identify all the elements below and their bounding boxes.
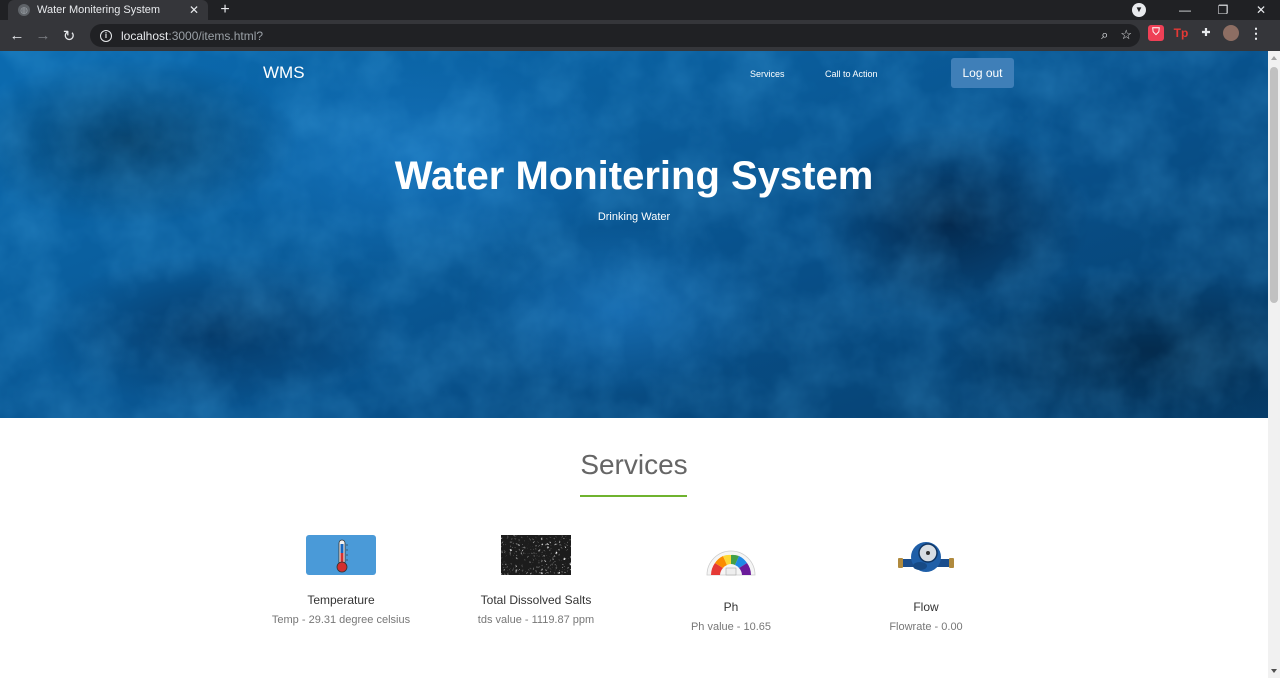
services-heading: Services	[580, 449, 688, 480]
ph-scale-icon	[706, 550, 756, 576]
service-tds: Total Dissolved Salts tds value - 1119.8…	[438, 535, 634, 626]
tab-title: Water Monitering System	[37, 4, 161, 16]
new-tab-button[interactable]: +	[216, 0, 234, 20]
pocket-icon[interactable]: ⛉	[1148, 25, 1164, 41]
hero-subtitle: Drinking Water	[597, 211, 671, 223]
back-arrow-icon[interactable]: ←	[4, 27, 30, 44]
page-scrollbar[interactable]	[1268, 51, 1280, 678]
service-temperature: Temperature Temp - 29.31 degree celsius	[243, 535, 439, 626]
scrollbar-thumb[interactable]	[1270, 67, 1278, 303]
nav-link-call-to-action[interactable]: Call to Action	[825, 69, 878, 79]
page-viewport: WMS Services Call to Action Log out Wate…	[0, 51, 1268, 678]
info-icon[interactable]: i	[100, 29, 112, 42]
restore-icon[interactable]: ❐	[1204, 3, 1242, 17]
reload-icon[interactable]: ↻	[56, 27, 82, 45]
bookmark-star-icon[interactable]: ☆	[1120, 27, 1132, 43]
service-ph: Ph Ph value - 10.65	[633, 535, 829, 633]
hero-section: WMS Services Call to Action Log out Wate…	[0, 51, 1268, 418]
water-meter-icon	[898, 542, 954, 572]
salt-crystals-image	[501, 535, 571, 575]
forward-arrow-icon[interactable]: →	[30, 27, 56, 44]
browser-tab[interactable]: ◍ Water Monitering System ✕	[8, 0, 208, 20]
service-name: Total Dissolved Salts	[480, 593, 592, 607]
service-name: Flow	[913, 600, 939, 614]
close-tab-icon[interactable]: ✕	[186, 3, 202, 17]
thermometer-icon	[306, 535, 376, 575]
browser-menu-icon[interactable]: ⋮	[1248, 25, 1264, 41]
logout-button[interactable]: Log out	[951, 58, 1014, 88]
service-value: Flowrate - 0.00	[889, 621, 963, 633]
tab-search-icon[interactable]: ▼	[1132, 3, 1146, 17]
zoom-icon[interactable]: ⌕	[1101, 27, 1108, 43]
browser-tab-bar: ◍ Water Monitering System ✕ + ▼ — ❐ ✕	[0, 0, 1280, 20]
puzzle-extensions-icon[interactable]: ✚	[1198, 25, 1214, 41]
service-name: Temperature	[307, 593, 375, 607]
service-value: Temp - 29.31 degree celsius	[271, 614, 411, 626]
profile-avatar[interactable]	[1223, 25, 1239, 41]
globe-icon: ◍	[18, 4, 30, 16]
service-value: Ph value - 10.65	[690, 621, 772, 633]
url-text: localhost:3000/items.html?	[121, 28, 264, 43]
address-bar[interactable]: i localhost:3000/items.html? ⌕ ☆	[90, 24, 1140, 47]
service-flow: Flow Flowrate - 0.00	[828, 535, 1024, 633]
hero-title: Water Monitering System	[394, 154, 874, 198]
scroll-up-icon[interactable]	[1271, 56, 1277, 60]
extensions-area: ⛉ Tp ✚ ⋮	[1148, 25, 1264, 41]
service-value: tds value - 1119.87 ppm	[477, 614, 595, 626]
tp-extension-icon[interactable]: Tp	[1173, 25, 1189, 41]
minimize-icon[interactable]: —	[1166, 3, 1204, 17]
nav-link-services[interactable]: Services	[750, 69, 785, 79]
service-name: Ph	[723, 600, 739, 614]
site-navbar: WMS Services Call to Action Log out	[0, 51, 1268, 97]
services-divider	[580, 495, 687, 497]
browser-toolbar: ← → ↻ i localhost:3000/items.html? ⌕ ☆	[0, 20, 1280, 51]
water-texture	[0, 51, 1268, 418]
window-controls: ▼ — ❐ ✕	[1132, 0, 1280, 20]
close-window-icon[interactable]: ✕	[1242, 3, 1280, 17]
brand-logo[interactable]: WMS	[263, 63, 305, 83]
scroll-down-icon[interactable]	[1271, 669, 1277, 673]
